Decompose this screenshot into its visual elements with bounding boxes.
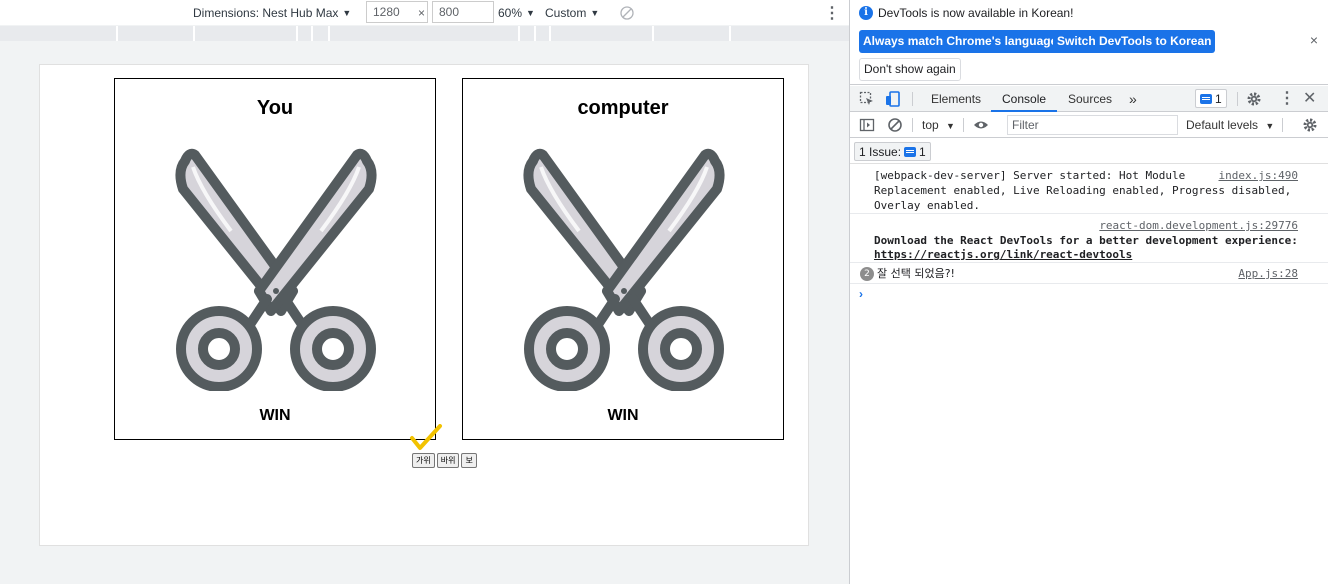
eye-icon[interactable] (973, 117, 989, 133)
infobar-message: DevTools is now available in Korean! (878, 6, 1074, 20)
console-message-text: 잘 선택 되었음?! (877, 267, 955, 280)
close-infobar-icon[interactable]: × (1310, 32, 1318, 48)
throttle-label: Custom (545, 5, 587, 20)
log-levels-select[interactable]: Default levels ▼ (1186, 113, 1274, 138)
close-devtools-icon[interactable]: ✕ (1303, 86, 1316, 112)
more-options-icon[interactable]: ⋮ (824, 0, 840, 25)
throttle-select[interactable]: Custom ▼ (545, 0, 599, 25)
issues-label: 1 Issue: (859, 144, 902, 159)
caret-down-icon: ▼ (946, 121, 955, 131)
device-toolbar: Dimensions: Nest Hub Max ▼ 1280 × 800 60… (0, 0, 849, 25)
paper-button[interactable]: 보 (461, 453, 477, 468)
devtools-tabbar: Elements Console Sources » 1 ⋮ ✕ (850, 86, 1328, 112)
context-select[interactable]: top ▼ (922, 113, 955, 138)
always-match-language-button[interactable]: Always match Chrome's language (859, 30, 1062, 53)
tab-console[interactable]: Console (991, 86, 1058, 112)
message-icon (904, 146, 917, 157)
message-icon (1200, 93, 1212, 104)
console-message-source[interactable]: react-dom.development.js:29776 (1099, 218, 1298, 233)
console-message: [webpack-dev-server] Server started: Hot… (850, 165, 1328, 214)
language-infobar: i DevTools is now available in Korean! ×… (850, 0, 1328, 85)
device-viewport: You WIN computer WIN 가위 바위 보 (39, 64, 809, 546)
caret-down-icon: ▼ (342, 7, 352, 18)
dont-show-again-button[interactable]: Don't show again (859, 58, 961, 81)
dimensions-label: Dimensions: Nest Hub Max (193, 5, 339, 20)
device-dimensions-select[interactable]: Dimensions: Nest Hub Max ▼ (193, 0, 351, 25)
tab-elements[interactable]: Elements (931, 86, 981, 112)
card-title: You (256, 97, 294, 119)
caret-down-icon: ▼ (1265, 121, 1275, 131)
console-message: 2 잘 선택 되었음?! App.js:28 (850, 263, 1328, 284)
console-filter-input[interactable]: Filter (1007, 115, 1178, 135)
console-message-source[interactable]: App.js:28 (1238, 266, 1298, 281)
rock-button[interactable]: 바위 (436, 453, 460, 468)
inspect-element-icon[interactable] (859, 91, 875, 107)
repeat-count-badge: 2 (860, 267, 874, 281)
issues-row: 1 Issue: 1 (850, 139, 1328, 164)
scissors-icon (175, 148, 377, 391)
card-result: WIN (259, 407, 291, 424)
card-result: WIN (607, 407, 639, 424)
scissors-icon (523, 148, 725, 391)
issues-badge[interactable]: 1 (1195, 89, 1227, 108)
card-title: computer (577, 97, 669, 119)
checkmark-icon (410, 424, 442, 450)
console-prompt[interactable]: › (859, 287, 863, 301)
console-message-text: Download the React DevTools for a better… (874, 234, 1298, 247)
console-settings-icon[interactable] (1302, 117, 1318, 133)
issues-button[interactable]: 1 Issue: 1 (854, 142, 931, 161)
react-devtools-link[interactable]: https://reactjs.org/link/react-devtools (874, 247, 1132, 262)
info-icon: i (859, 6, 873, 20)
switch-to-korean-button[interactable]: Switch DevTools to Korean (1053, 30, 1216, 53)
rotate-icon[interactable] (620, 0, 634, 25)
zoom-label: 60% (498, 5, 523, 20)
times-sign: × (418, 5, 426, 20)
tab-sources[interactable]: Sources (1068, 86, 1112, 112)
device-toggle-icon[interactable] (885, 91, 901, 107)
sidebar-toggle-icon[interactable] (859, 117, 875, 133)
zoom-select[interactable]: 60% ▼ (498, 0, 535, 25)
computer-card: computer WIN (462, 78, 784, 440)
console-message-source[interactable]: index.js:490 (1219, 168, 1298, 183)
devtools-panel: i DevTools is now available in Korean! ×… (849, 0, 1328, 584)
more-options-icon[interactable]: ⋮ (1279, 86, 1295, 112)
media-query-bar[interactable] (0, 26, 849, 41)
caret-down-icon: ▼ (526, 7, 535, 18)
scissors-button[interactable]: 가위 (412, 453, 435, 468)
context-label: top (922, 118, 939, 132)
gear-icon[interactable] (1246, 91, 1262, 107)
device-height-input[interactable]: 800 (432, 1, 494, 23)
more-tabs-icon[interactable]: » (1129, 86, 1137, 112)
rps-button-group: 가위 바위 보 (412, 453, 477, 468)
console-toolbar: top ▼ Filter Default levels ▼ (850, 113, 1328, 138)
clear-console-icon[interactable] (887, 117, 903, 133)
issues-badge-count: 1 (1215, 91, 1222, 106)
player-card: You WIN (114, 78, 436, 440)
console-message: react-dom.development.js:29776 Download … (850, 214, 1328, 263)
device-emulation-area: Dimensions: Nest Hub Max ▼ 1280 × 800 60… (0, 0, 849, 584)
log-levels-label: Default levels (1186, 118, 1259, 132)
caret-down-icon: ▼ (590, 7, 600, 18)
issues-count: 1 (919, 144, 926, 159)
